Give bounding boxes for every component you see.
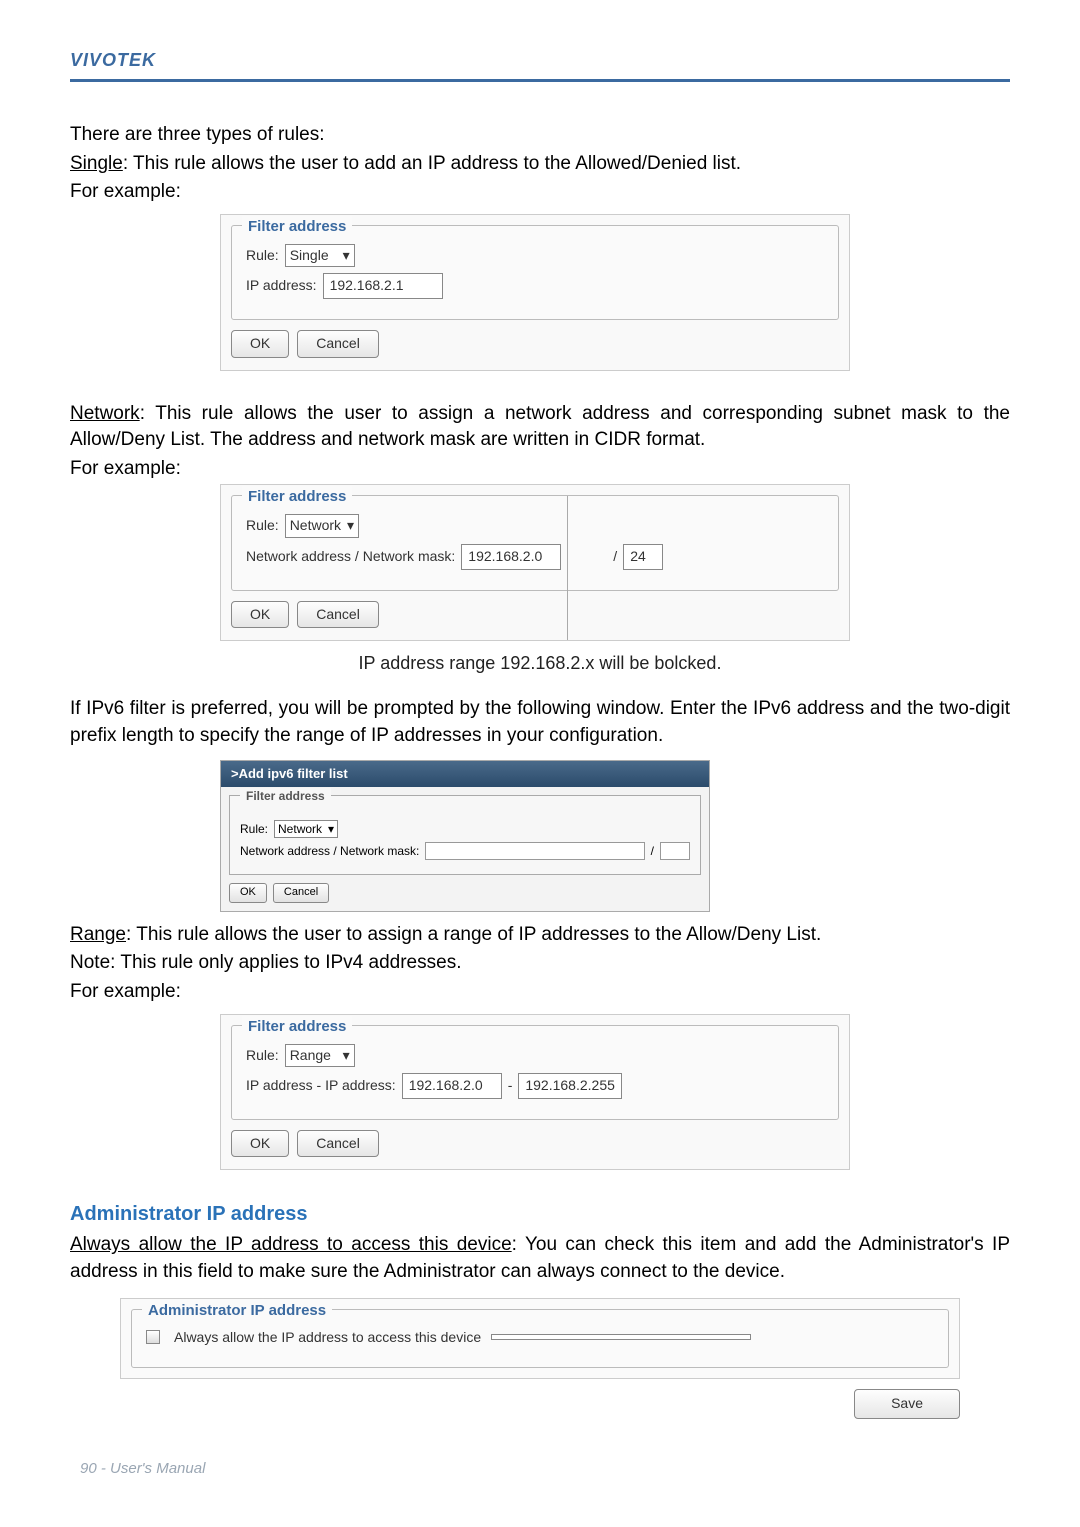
network-address-input[interactable]: 192.168.2.0: [461, 544, 561, 570]
figure-admin: Administrator IP address Always allow th…: [120, 1298, 960, 1380]
ipv6-rule-label: Rule:: [240, 821, 268, 838]
network-example-label: For example:: [70, 456, 1010, 483]
network-para: Network: This rule allows the user to as…: [70, 401, 1010, 454]
ipv6-mask-sep: /: [651, 843, 654, 860]
single-rule-value: Single: [290, 246, 329, 266]
range-desc: : This rule allows the user to assign a …: [126, 924, 821, 945]
range-dash: -: [508, 1076, 513, 1096]
chevron-down-icon: ▾: [337, 1046, 350, 1066]
network-net-label: Network address / Network mask:: [246, 547, 455, 567]
ipv6-rule-value: Network: [278, 821, 322, 838]
admin-legend: Administrator IP address: [142, 1300, 332, 1321]
network-legend: Filter address: [242, 486, 352, 507]
single-label: Single: [70, 153, 123, 174]
admin-fieldset: Administrator IP address Always allow th…: [131, 1309, 949, 1369]
ipv6-ok-button[interactable]: OK: [229, 883, 267, 902]
intro-single: Single: This rule allows the user to add…: [70, 151, 1010, 178]
network-mask-input[interactable]: 24: [623, 544, 663, 570]
ipv6-intro: If IPv6 filter is preferred, you will be…: [70, 696, 1010, 749]
page-header: VIVOTEK: [70, 50, 1010, 82]
ipv6-cancel-button[interactable]: Cancel: [273, 883, 329, 902]
chevron-down-icon: ▾: [341, 516, 354, 536]
range-para: Range: This rule allows the user to assi…: [70, 922, 1010, 949]
range-rule-select[interactable]: Range ▾: [285, 1044, 355, 1068]
range-fieldset: Filter address Rule: Range ▾ IP address …: [231, 1025, 839, 1120]
ipv6-dialog-title: >Add ipv6 filter list: [221, 761, 709, 787]
page-content: There are three types of rules: Single: …: [70, 122, 1010, 1419]
range-ip-to-input[interactable]: 192.168.2.255: [518, 1073, 622, 1099]
chevron-down-icon: ▾: [337, 246, 350, 266]
network-fieldset: Filter address Rule: Network ▾ Network a…: [231, 495, 839, 590]
figure-network: Filter address Rule: Network ▾ Network a…: [220, 484, 850, 641]
network-ok-button[interactable]: OK: [231, 601, 289, 629]
figure-range: Filter address Rule: Range ▾ IP address …: [220, 1014, 850, 1171]
range-ok-button[interactable]: OK: [231, 1130, 289, 1158]
network-caption: IP address range 192.168.2.x will be bol…: [70, 651, 1010, 676]
network-divider: [567, 496, 568, 639]
chevron-down-icon: ▾: [322, 821, 334, 838]
figure-ipv6: >Add ipv6 filter list Filter address Rul…: [220, 760, 710, 912]
admin-label: Always allow the IP address to access th…: [70, 1234, 512, 1255]
range-rule-value: Range: [290, 1046, 331, 1066]
network-label: Network: [70, 403, 140, 424]
page-footer: 90 - User's Manual: [80, 1460, 205, 1477]
intro-types: There are three types of rules:: [70, 122, 1010, 149]
single-rule-select[interactable]: Single ▾: [285, 244, 355, 268]
single-fieldset: Filter address Rule: Single ▾ IP address…: [231, 225, 839, 320]
admin-checkbox[interactable]: [146, 1330, 160, 1344]
network-rule-select[interactable]: Network ▾: [285, 514, 359, 538]
single-ok-button[interactable]: OK: [231, 330, 289, 358]
network-mask-sep: /: [613, 547, 617, 567]
figure-single: Filter address Rule: Single ▾ IP address…: [220, 214, 850, 371]
range-rule-label: Rule:: [246, 1046, 279, 1066]
single-cancel-button[interactable]: Cancel: [297, 330, 379, 358]
ipv6-net-label: Network address / Network mask:: [240, 843, 419, 860]
save-button[interactable]: Save: [854, 1389, 960, 1419]
ipv6-fieldset: Filter address Rule: Network ▾ Network a…: [229, 795, 701, 876]
range-cancel-button[interactable]: Cancel: [297, 1130, 379, 1158]
ipv6-mask-input[interactable]: [660, 842, 690, 860]
range-example-label: For example:: [70, 979, 1010, 1006]
range-ip-from-input[interactable]: 192.168.2.0: [402, 1073, 502, 1099]
admin-checkbox-label: Always allow the IP address to access th…: [174, 1328, 481, 1348]
ipv6-address-input[interactable]: [425, 842, 644, 860]
brand-logo: VIVOTEK: [70, 50, 156, 70]
range-legend: Filter address: [242, 1016, 352, 1037]
network-rule-label: Rule:: [246, 516, 279, 536]
network-cancel-button[interactable]: Cancel: [297, 601, 379, 629]
admin-heading: Administrator IP address: [70, 1200, 1010, 1228]
network-rule-value: Network: [290, 516, 341, 536]
range-note: Note: This rule only applies to IPv4 add…: [70, 950, 1010, 977]
range-label: Range: [70, 924, 126, 945]
range-ip-label: IP address - IP address:: [246, 1076, 396, 1096]
single-ip-input[interactable]: 192.168.2.1: [323, 273, 443, 299]
single-desc: : This rule allows the user to add an IP…: [123, 153, 741, 174]
ipv6-legend: Filter address: [240, 788, 331, 805]
ipv6-rule-select[interactable]: Network ▾: [274, 820, 338, 839]
single-legend: Filter address: [242, 216, 352, 237]
admin-para: Always allow the IP address to access th…: [70, 1232, 1010, 1285]
network-desc: : This rule allows the user to assign a …: [70, 403, 1010, 451]
single-example-label: For example:: [70, 179, 1010, 206]
single-rule-label: Rule:: [246, 246, 279, 266]
single-ip-label: IP address:: [246, 276, 317, 296]
admin-ip-input[interactable]: [491, 1334, 751, 1340]
